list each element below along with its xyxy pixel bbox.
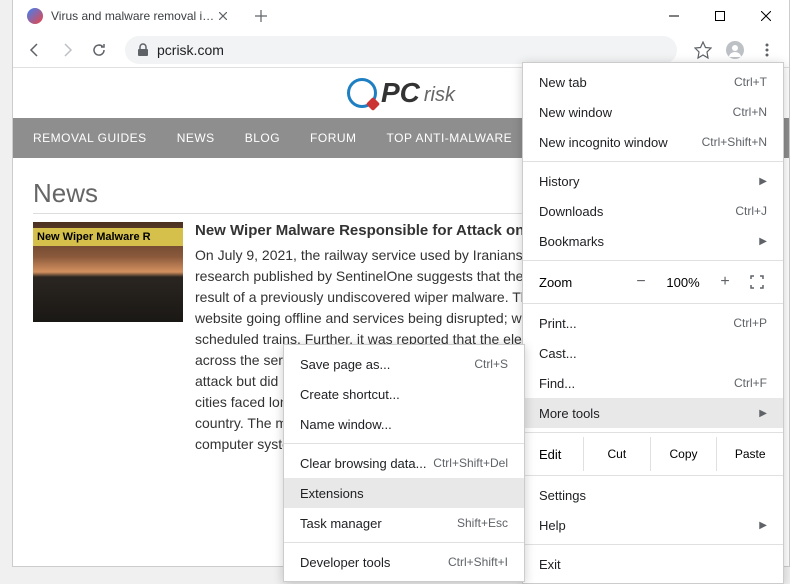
menu-more-tools[interactable]: More tools▶ — [523, 398, 783, 428]
menu-separator — [523, 161, 783, 162]
menu-separator — [523, 260, 783, 261]
edit-label: Edit — [523, 447, 583, 462]
bookmark-star-button[interactable] — [689, 36, 717, 64]
menu-new-incognito[interactable]: New incognito windowCtrl+Shift+N — [523, 127, 783, 157]
nav-blog[interactable]: BLOG — [245, 131, 280, 145]
article-thumbnail[interactable]: New Wiper Malware R — [33, 222, 183, 322]
logo-text-pc: PC — [381, 77, 420, 109]
menu-print[interactable]: Print...Ctrl+P — [523, 308, 783, 338]
menu-separator — [523, 432, 783, 433]
profile-button[interactable] — [721, 36, 749, 64]
submenu-clear-browsing-data[interactable]: Clear browsing data...Ctrl+Shift+Del — [284, 448, 524, 478]
copy-button[interactable]: Copy — [650, 437, 717, 471]
nav-news[interactable]: NEWS — [177, 131, 215, 145]
menu-new-tab[interactable]: New tabCtrl+T — [523, 67, 783, 97]
zoom-in-button[interactable]: + — [713, 273, 737, 291]
new-tab-button[interactable] — [247, 2, 275, 30]
lock-icon — [137, 43, 149, 57]
tab-title: Virus and malware removal instru — [51, 9, 215, 23]
site-logo[interactable]: PC risk — [347, 77, 455, 109]
url-text: pcrisk.com — [157, 42, 224, 58]
menu-downloads[interactable]: DownloadsCtrl+J — [523, 196, 783, 226]
thumbnail-caption: New Wiper Malware R — [33, 228, 183, 246]
nav-forum[interactable]: FORUM — [310, 131, 357, 145]
reload-button[interactable] — [85, 36, 113, 64]
zoom-label: Zoom — [539, 275, 619, 290]
zoom-out-button[interactable]: − — [629, 273, 653, 291]
cut-button[interactable]: Cut — [583, 437, 650, 471]
browser-tab[interactable]: Virus and malware removal instru — [19, 0, 239, 32]
submenu-save-page[interactable]: Save page as...Ctrl+S — [284, 349, 524, 379]
menu-new-window[interactable]: New windowCtrl+N — [523, 97, 783, 127]
menu-separator — [523, 475, 783, 476]
fullscreen-button[interactable] — [747, 275, 767, 289]
forward-button[interactable] — [53, 36, 81, 64]
nav-top-anti-malware[interactable]: TOP ANTI-MALWARE — [387, 131, 513, 145]
window-controls — [651, 0, 789, 32]
chevron-right-icon: ▶ — [759, 520, 767, 531]
menu-bookmarks[interactable]: Bookmarks▶ — [523, 226, 783, 256]
menu-separator — [284, 542, 524, 543]
menu-separator — [523, 303, 783, 304]
menu-zoom: Zoom − 100% + — [523, 265, 783, 299]
menu-exit[interactable]: Exit — [523, 549, 783, 579]
menu-settings[interactable]: Settings — [523, 480, 783, 510]
maximize-button[interactable] — [697, 0, 743, 32]
chevron-right-icon: ▶ — [759, 408, 767, 419]
menu-find[interactable]: Find...Ctrl+F — [523, 368, 783, 398]
menu-cast[interactable]: Cast... — [523, 338, 783, 368]
chevron-right-icon: ▶ — [759, 236, 767, 247]
nav-removal-guides[interactable]: REMOVAL GUIDES — [33, 131, 147, 145]
chevron-right-icon: ▶ — [759, 176, 767, 187]
close-tab-button[interactable] — [215, 8, 231, 24]
address-bar[interactable]: pcrisk.com — [125, 36, 677, 64]
submenu-create-shortcut[interactable]: Create shortcut... — [284, 379, 524, 409]
titlebar: Virus and malware removal instru — [13, 0, 789, 32]
menu-separator — [284, 443, 524, 444]
menu-history[interactable]: History▶ — [523, 166, 783, 196]
menu-separator — [523, 544, 783, 545]
back-button[interactable] — [21, 36, 49, 64]
menu-button[interactable] — [753, 36, 781, 64]
submenu-task-manager[interactable]: Task managerShift+Esc — [284, 508, 524, 538]
zoom-value: 100% — [663, 275, 703, 290]
submenu-extensions[interactable]: Extensions — [284, 478, 524, 508]
favicon-icon — [27, 8, 43, 24]
close-window-button[interactable] — [743, 0, 789, 32]
submenu-developer-tools[interactable]: Developer toolsCtrl+Shift+I — [284, 547, 524, 577]
logo-text-risk: risk — [424, 84, 455, 107]
submenu-name-window[interactable]: Name window... — [284, 409, 524, 439]
menu-help[interactable]: Help▶ — [523, 510, 783, 540]
more-tools-submenu: Save page as...Ctrl+S Create shortcut...… — [283, 344, 525, 582]
chrome-main-menu: New tabCtrl+T New windowCtrl+N New incog… — [522, 62, 784, 584]
menu-edit-row: Edit Cut Copy Paste — [523, 437, 783, 471]
paste-button[interactable]: Paste — [716, 437, 783, 471]
magnifier-icon — [347, 78, 377, 108]
minimize-button[interactable] — [651, 0, 697, 32]
